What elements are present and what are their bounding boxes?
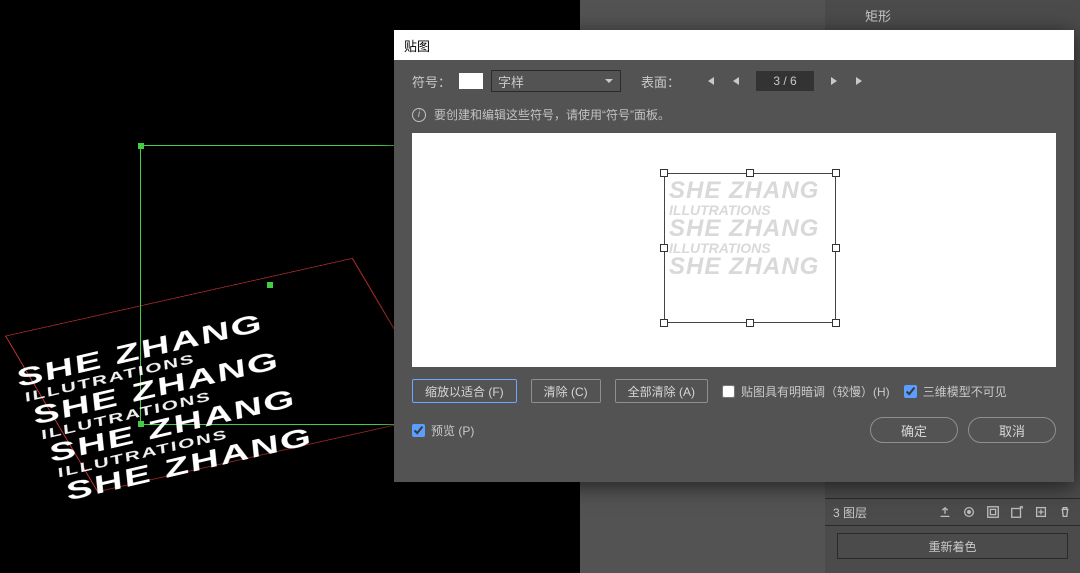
preview-checkbox[interactable]: 预览 (P) bbox=[412, 422, 474, 439]
info-icon: i bbox=[412, 108, 426, 122]
mapped-symbol-art: SHE ZHANG ILLUTRATIONS SHE ZHANG ILLUTRA… bbox=[664, 173, 836, 285]
new-layer-icon[interactable] bbox=[1034, 505, 1048, 519]
export-icon[interactable] bbox=[938, 505, 952, 519]
symbol-label: 符号： bbox=[412, 72, 451, 91]
ok-button[interactable]: 确定 bbox=[870, 417, 958, 443]
surface-index-input[interactable]: 3 / 6 bbox=[756, 71, 814, 91]
layers-count: 3 图层 bbox=[833, 504, 867, 521]
recolor-button[interactable]: 重新着色 bbox=[837, 533, 1068, 559]
layers-row[interactable]: 3 图层 bbox=[825, 498, 1080, 526]
prev-surface-icon[interactable] bbox=[730, 75, 742, 87]
map-art-dialog: 贴图 符号： 字样 表面： 3 / 6 i 要创建和编辑这些符号，请使用“符号”… bbox=[394, 30, 1074, 482]
surface-label: 表面： bbox=[641, 72, 680, 91]
map-preview[interactable]: SHE ZHANG ILLUTRATIONS SHE ZHANG ILLUTRA… bbox=[412, 133, 1056, 367]
next-surface-icon[interactable] bbox=[828, 75, 840, 87]
mapped-symbol-bounds[interactable]: SHE ZHANG ILLUTRATIONS SHE ZHANG ILLUTRA… bbox=[664, 173, 836, 323]
dialog-title: 贴图 bbox=[394, 30, 1074, 60]
symbol-swatch bbox=[459, 73, 483, 89]
first-surface-icon[interactable] bbox=[704, 75, 716, 87]
preview-input[interactable] bbox=[412, 424, 425, 437]
locate-icon[interactable] bbox=[962, 505, 976, 519]
hint-text: 要创建和编辑这些符号，请使用“符号”面板。 bbox=[434, 106, 670, 123]
clip-mask-icon[interactable] bbox=[986, 505, 1000, 519]
cancel-button[interactable]: 取消 bbox=[968, 417, 1056, 443]
scale-to-fit-button[interactable]: 缩放以适合 (F) bbox=[412, 379, 517, 403]
shade-artwork-checkbox[interactable]: 贴图具有明暗调（较慢）(H) bbox=[722, 383, 890, 400]
symbol-combo[interactable]: 字样 bbox=[491, 70, 621, 92]
delete-layer-icon[interactable] bbox=[1058, 505, 1072, 519]
clear-button[interactable]: 清除 (C) bbox=[531, 379, 601, 403]
invisible-geometry-input[interactable] bbox=[904, 385, 917, 398]
clear-all-button[interactable]: 全部清除 (A) bbox=[615, 379, 708, 403]
panel-heading: 矩形 bbox=[825, 0, 1080, 30]
chevron-down-icon bbox=[604, 76, 614, 86]
layer-icon-group bbox=[938, 505, 1072, 519]
new-sublayer-icon[interactable] bbox=[1010, 505, 1024, 519]
invisible-geometry-checkbox[interactable]: 三维模型不可见 bbox=[904, 383, 1007, 400]
last-surface-icon[interactable] bbox=[854, 75, 866, 87]
symbol-value: 字样 bbox=[498, 72, 524, 91]
shade-artwork-input[interactable] bbox=[722, 385, 735, 398]
